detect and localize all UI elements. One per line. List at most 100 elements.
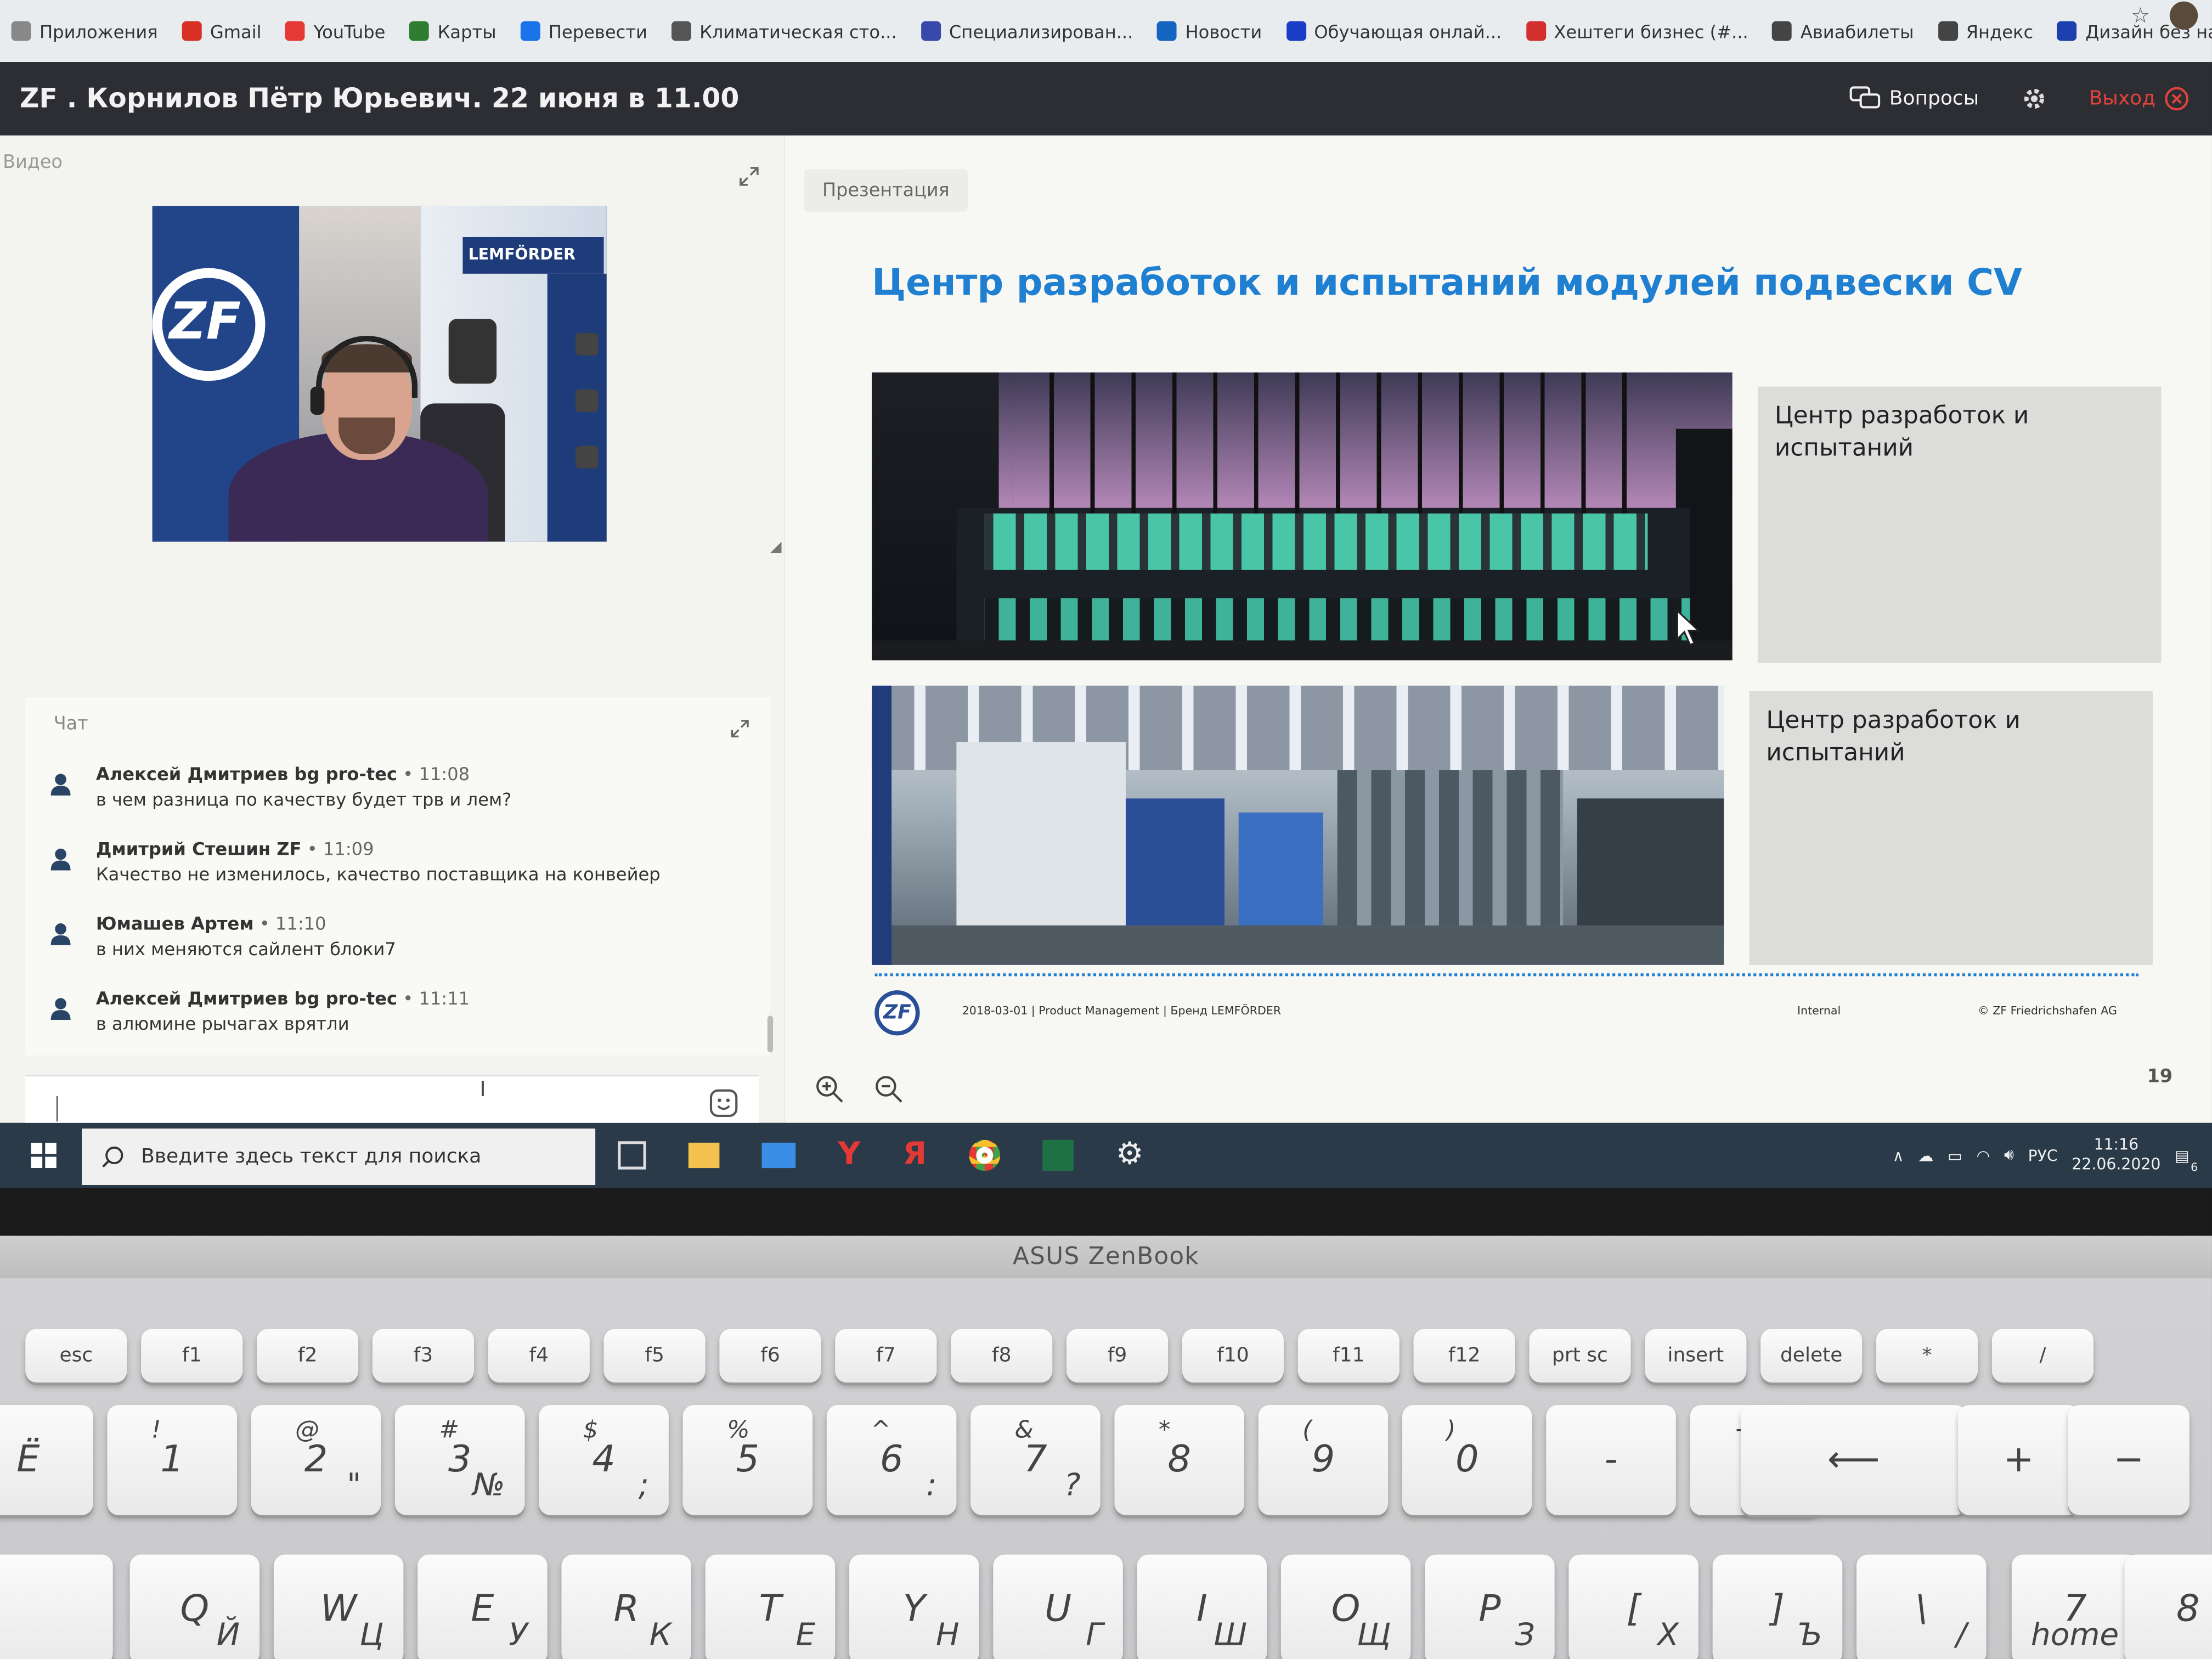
key-f1[interactable]: f1 xyxy=(141,1329,243,1383)
tab-presentation[interactable]: Презентация xyxy=(804,169,968,212)
key-7[interactable]: & 7? xyxy=(970,1405,1101,1515)
key-label: ] xyxy=(1770,1588,1785,1631)
chevron-up-icon[interactable]: ∧ xyxy=(1893,1146,1904,1164)
cloud-icon[interactable]: ☁ xyxy=(1918,1146,1933,1164)
video-stream[interactable]: ZF LEMFÖRDER xyxy=(152,206,607,542)
key-Ё[interactable]: Ё xyxy=(0,1405,93,1515)
yandex-icon[interactable]: Я xyxy=(903,1137,927,1172)
key-f3[interactable]: f3 xyxy=(372,1329,474,1383)
clock-time: 11:16 xyxy=(2094,1135,2139,1154)
key-f5[interactable]: f5 xyxy=(603,1329,706,1383)
windows-start-icon[interactable] xyxy=(31,1142,57,1169)
key-[[interactable]: [Х xyxy=(1568,1554,1699,1659)
exit-button[interactable]: Выход xyxy=(2089,86,2190,111)
key-Y[interactable]: YН xyxy=(849,1554,979,1659)
key-numpad-plus[interactable]: + xyxy=(1958,1405,2080,1515)
yandex-browser-icon[interactable]: Y xyxy=(838,1137,860,1172)
questions-button[interactable]: Вопросы xyxy=(1850,86,1979,111)
key-6[interactable]: ^ 6: xyxy=(826,1405,957,1515)
key-Q[interactable]: QЙ xyxy=(129,1554,260,1659)
volume-icon[interactable]: 🔊︎ xyxy=(2004,1146,2014,1165)
emoji-icon[interactable] xyxy=(708,1088,740,1119)
taskbar-search[interactable]: Введите здесь текст для поиска xyxy=(82,1128,596,1185)
key-3[interactable]: #3 № xyxy=(394,1405,525,1515)
zoom-out-icon[interactable] xyxy=(874,1075,902,1103)
caption-2: Центр разработок и испытаний xyxy=(1749,691,2153,965)
key-][interactable]: ] Ъ xyxy=(1712,1554,1843,1659)
key-f6[interactable]: f6 xyxy=(719,1329,821,1383)
bookmark-item[interactable]: Хештеги бизнес (#... xyxy=(1525,20,1748,42)
settings-gear-icon[interactable] xyxy=(2021,86,2046,111)
key-0[interactable]: ) 0 xyxy=(1402,1405,1532,1515)
task-view-icon[interactable] xyxy=(618,1140,646,1169)
bookmark-item[interactable]: Карты xyxy=(409,20,496,42)
key-f7[interactable]: f7 xyxy=(835,1329,937,1383)
bookmark-item[interactable]: Перевести xyxy=(520,20,647,42)
file-explorer-icon[interactable] xyxy=(688,1142,720,1167)
key-8[interactable]: * 8 xyxy=(1114,1405,1244,1515)
chrome-icon[interactable] xyxy=(969,1139,1000,1170)
key-esc[interactable]: esc xyxy=(25,1329,127,1383)
bookmark-item[interactable]: Климатическая сто... xyxy=(671,20,897,42)
bookmark-label: Перевести xyxy=(548,20,647,42)
key-numpad-7[interactable]: 7 home xyxy=(2011,1554,2139,1659)
bookmark-item[interactable]: Новости xyxy=(1157,20,1262,42)
bookmark-item[interactable]: Gmail xyxy=(182,20,262,42)
key-numpad-8[interactable]: 8 xyxy=(2124,1554,2212,1659)
user-icon xyxy=(50,923,71,945)
key-f9[interactable]: f9 xyxy=(1066,1329,1169,1383)
key-backspace[interactable]: ⟵ xyxy=(1741,1405,1967,1515)
bookmark-item[interactable]: Приложения xyxy=(11,20,158,42)
bookmark-item[interactable]: Яндекс xyxy=(1938,20,2033,42)
key-f2[interactable]: f2 xyxy=(256,1329,359,1383)
key-*[interactable]: * xyxy=(1876,1329,1978,1383)
key-f10[interactable]: f10 xyxy=(1182,1329,1284,1383)
key-/[interactable]: / xyxy=(1991,1329,2094,1383)
key-4[interactable]: $4; xyxy=(539,1405,669,1515)
expand-video-icon[interactable] xyxy=(739,166,759,186)
key-tab[interactable] xyxy=(0,1554,113,1659)
bookmark-item[interactable]: Авиабилеты xyxy=(1772,20,1914,42)
key-W[interactable]: WЦ xyxy=(273,1554,404,1659)
bookmark-item[interactable]: YouTube xyxy=(285,20,385,42)
key-I[interactable]: IШ xyxy=(1137,1554,1267,1659)
key-T[interactable]: TЕ xyxy=(705,1554,836,1659)
resize-handle-icon[interactable] xyxy=(770,541,782,553)
key-numpad-minus[interactable]: − xyxy=(2068,1405,2190,1515)
key-1[interactable]: ! 1 xyxy=(107,1405,237,1515)
excel-icon[interactable] xyxy=(1042,1139,1074,1170)
settings-icon[interactable]: ⚙ xyxy=(1116,1137,1144,1172)
bookmark-item[interactable]: Обучающая онлай... xyxy=(1285,20,1502,42)
key-insert[interactable]: insert xyxy=(1645,1329,1747,1383)
key-\[interactable]: \ / xyxy=(1856,1554,1987,1659)
key--[interactable]: - xyxy=(1546,1405,1676,1515)
key-prt-sc[interactable]: prt sc xyxy=(1529,1329,1631,1383)
bookmark-item[interactable]: Специализирован... xyxy=(921,20,1133,42)
key-P[interactable]: PЗ xyxy=(1425,1554,1555,1659)
key-O[interactable]: OЩ xyxy=(1280,1554,1411,1659)
key-E[interactable]: EУ xyxy=(417,1554,548,1659)
key-2[interactable]: @2 " xyxy=(251,1405,381,1515)
expand-chat-icon[interactable] xyxy=(731,719,749,738)
avatar[interactable] xyxy=(2169,1,2198,30)
key-f4[interactable]: f4 xyxy=(488,1329,590,1383)
footer-logo: ZF xyxy=(874,990,920,1036)
key-delete[interactable]: delete xyxy=(1760,1329,1863,1383)
key-f12[interactable]: f12 xyxy=(1413,1329,1515,1383)
chat-input[interactable]: I xyxy=(25,1075,759,1126)
wifi-icon[interactable]: ◠ xyxy=(1977,1146,1990,1164)
key-U[interactable]: UГ xyxy=(993,1554,1123,1659)
clock[interactable]: 11:16 22.06.2020 xyxy=(2072,1136,2160,1175)
zoom-in-icon[interactable] xyxy=(815,1075,843,1103)
star-icon[interactable]: ☆ xyxy=(2131,3,2150,28)
mail-icon[interactable] xyxy=(761,1142,796,1167)
battery-icon[interactable]: ▭ xyxy=(1948,1146,1962,1164)
notifications-icon[interactable]: ▤ 6 xyxy=(2175,1146,2198,1173)
key-f8[interactable]: f8 xyxy=(951,1329,1053,1383)
key-9[interactable]: (9 xyxy=(1258,1405,1389,1515)
chat-scrollbar[interactable] xyxy=(767,1015,774,1053)
key-5[interactable]: % 5 xyxy=(682,1405,813,1515)
key-R[interactable]: RК xyxy=(561,1554,691,1659)
language-indicator[interactable]: РУС xyxy=(2028,1146,2058,1164)
key-f11[interactable]: f11 xyxy=(1297,1329,1400,1383)
